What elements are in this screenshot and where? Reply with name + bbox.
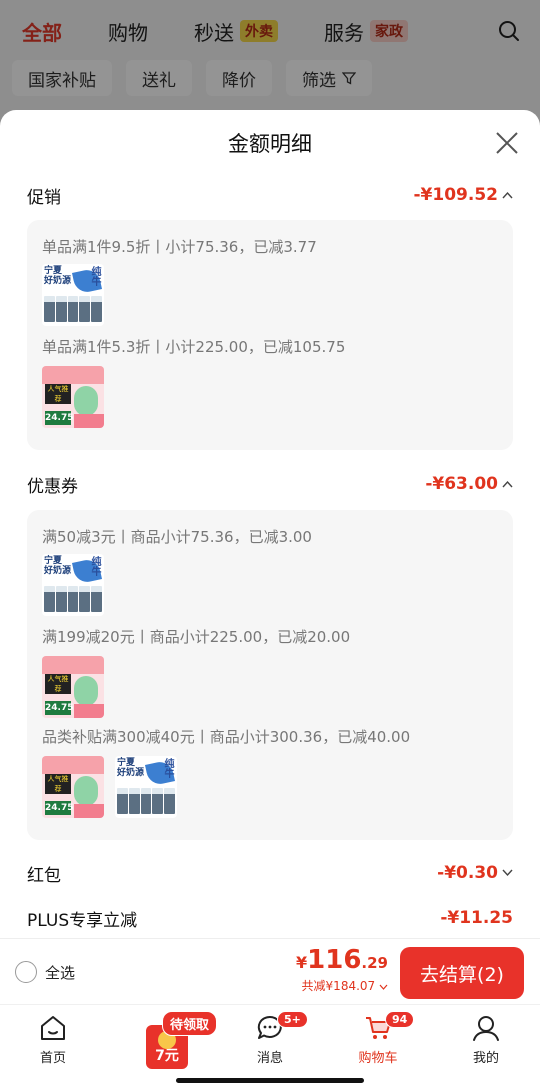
drink-label: 人气推荐 — [45, 384, 71, 404]
promotion-row[interactable]: 促销 -¥109.52 — [27, 180, 513, 210]
milk-side-text: 纯牛 — [162, 758, 173, 778]
chevron-up-icon — [502, 191, 513, 199]
user-icon — [473, 1016, 499, 1041]
home-indicator[interactable] — [176, 1078, 364, 1083]
chevron-down-icon — [502, 869, 513, 877]
coupon-detail-box: 满50减3元丨商品小计75.36，已减3.00 宁夏 好奶源 纯牛 满199减20… — [27, 510, 513, 840]
cart-badge: 94 — [385, 1011, 415, 1028]
product-thumbnail-milk[interactable]: 宁夏 好奶源 纯牛 — [42, 554, 104, 616]
product-thumbnail-drink[interactable]: 人气推荐 24.75 — [42, 366, 104, 428]
messages-badge: 5+ — [277, 1011, 308, 1028]
product-thumbnail-drink[interactable]: 人气推荐 24.75 — [42, 756, 104, 818]
tab-cart-label: 购物车 — [358, 1051, 398, 1066]
close-icon[interactable] — [494, 130, 520, 156]
total-saved-text: 共减¥184.07 — [301, 979, 376, 993]
milk-boxes — [44, 296, 102, 322]
product-thumbnail-milk[interactable]: 宁夏 好奶源 纯牛 — [115, 756, 177, 818]
drink-label: 人气推荐 — [45, 774, 71, 794]
tab-profile[interactable]: 我的 — [441, 1013, 531, 1066]
total-summary[interactable]: ¥116.29 共减¥184.07 — [296, 945, 388, 994]
plus-discount-amount: -¥11.25 — [440, 908, 513, 928]
promotion-label: 促销 — [27, 187, 61, 208]
tab-promo-coupon[interactable]: 7元 待领取 — [130, 1011, 220, 1071]
promotion-amount: -¥109.52 — [414, 185, 514, 205]
coupon-rule: 满199减20元丨商品小计225.00，已减20.00 — [42, 628, 351, 646]
tab-messages-label: 消息 — [256, 1051, 283, 1066]
tab-cart[interactable]: 94 购物车 — [333, 1011, 423, 1066]
product-thumbnail-drink[interactable]: 人气推荐 24.75 — [42, 656, 104, 718]
milk-side-text: 纯牛 — [89, 556, 100, 576]
total-price: ¥116.29 — [296, 945, 388, 975]
milk-label: 宁夏 好奶源 — [117, 758, 144, 778]
promotion-rule: 单品满1件5.3折丨小计225.00，已减105.75 — [42, 338, 346, 356]
drink-price-tag: 24.75 — [45, 701, 74, 715]
milk-boxes — [44, 586, 102, 612]
select-all-radio[interactable] — [15, 961, 37, 983]
plus-discount-row: PLUS专享立减 -¥11.25 — [27, 903, 513, 933]
tab-profile-label: 我的 — [472, 1051, 499, 1066]
drink-label: 人气推荐 — [45, 674, 71, 694]
red-packet-label: 红包 — [27, 865, 61, 886]
coupon-label: 优惠券 — [27, 476, 78, 497]
coupon-amount-value: -¥63.00 — [425, 474, 498, 494]
coupon-rule: 品类补贴满300减40元丨商品小计300.36，已减40.00 — [42, 728, 411, 746]
sheet-header: 金额明细 — [0, 110, 540, 176]
tab-messages[interactable]: 5+ 消息 — [225, 1011, 315, 1066]
checkout-button[interactable]: 去结算(2) — [400, 947, 524, 999]
coupon-row[interactable]: 优惠券 -¥63.00 — [27, 469, 513, 499]
select-all-toggle[interactable]: 全选 — [15, 961, 75, 983]
chevron-down-icon — [379, 984, 388, 990]
promotion-rule: 单品满1件9.5折丨小计75.36，已减3.77 — [42, 238, 317, 256]
milk-label-line1: 宁夏 — [44, 266, 63, 276]
milk-side-text: 纯牛 — [89, 266, 100, 286]
tab-home[interactable]: 首页 — [8, 1013, 98, 1066]
total-integer: 116 — [307, 945, 362, 975]
red-packet-amount-value: -¥0.30 — [437, 863, 498, 883]
product-thumbnail-milk[interactable]: 宁夏 好奶源 纯牛 — [42, 264, 104, 326]
total-currency: ¥ — [296, 953, 308, 972]
checkout-bar: 全选 ¥116.29 共减¥184.07 去结算(2) — [0, 938, 540, 1004]
chevron-up-icon — [502, 480, 513, 488]
milk-label-line1: 宁夏 — [44, 556, 63, 566]
total-decimal: .29 — [361, 954, 388, 972]
plus-discount-label: PLUS专享立减 — [27, 910, 138, 931]
drink-price-tag: 24.75 — [45, 801, 74, 815]
total-saved: 共减¥184.07 — [296, 977, 388, 994]
milk-label-line2: 好奶源 — [44, 566, 72, 576]
coupon-rule: 满50减3元丨商品小计75.36，已减3.00 — [42, 528, 312, 546]
milk-label: 宁夏 好奶源 — [44, 556, 71, 576]
milk-label: 宁夏 好奶源 — [44, 266, 71, 286]
milk-label-line1: 宁夏 — [117, 758, 136, 768]
promo-badge: 待领取 — [162, 1011, 218, 1036]
promotion-detail-box: 单品满1件9.5折丨小计75.36，已减3.77 宁夏 好奶源 纯牛 单品满1件5… — [27, 220, 513, 450]
home-icon — [41, 1016, 65, 1040]
red-packet-amount: -¥0.30 — [437, 863, 513, 883]
sheet-title: 金额明细 — [228, 132, 312, 156]
milk-label-line2: 好奶源 — [117, 768, 145, 778]
promotion-amount-value: -¥109.52 — [413, 185, 499, 205]
tab-home-label: 首页 — [39, 1051, 66, 1066]
milk-label-line2: 好奶源 — [44, 276, 72, 286]
red-packet-row[interactable]: 红包 -¥0.30 — [27, 858, 513, 888]
select-all-label: 全选 — [45, 963, 76, 982]
drink-price-tag: 24.75 — [45, 411, 74, 425]
milk-boxes — [117, 788, 175, 814]
coupon-amount: -¥63.00 — [425, 474, 513, 494]
